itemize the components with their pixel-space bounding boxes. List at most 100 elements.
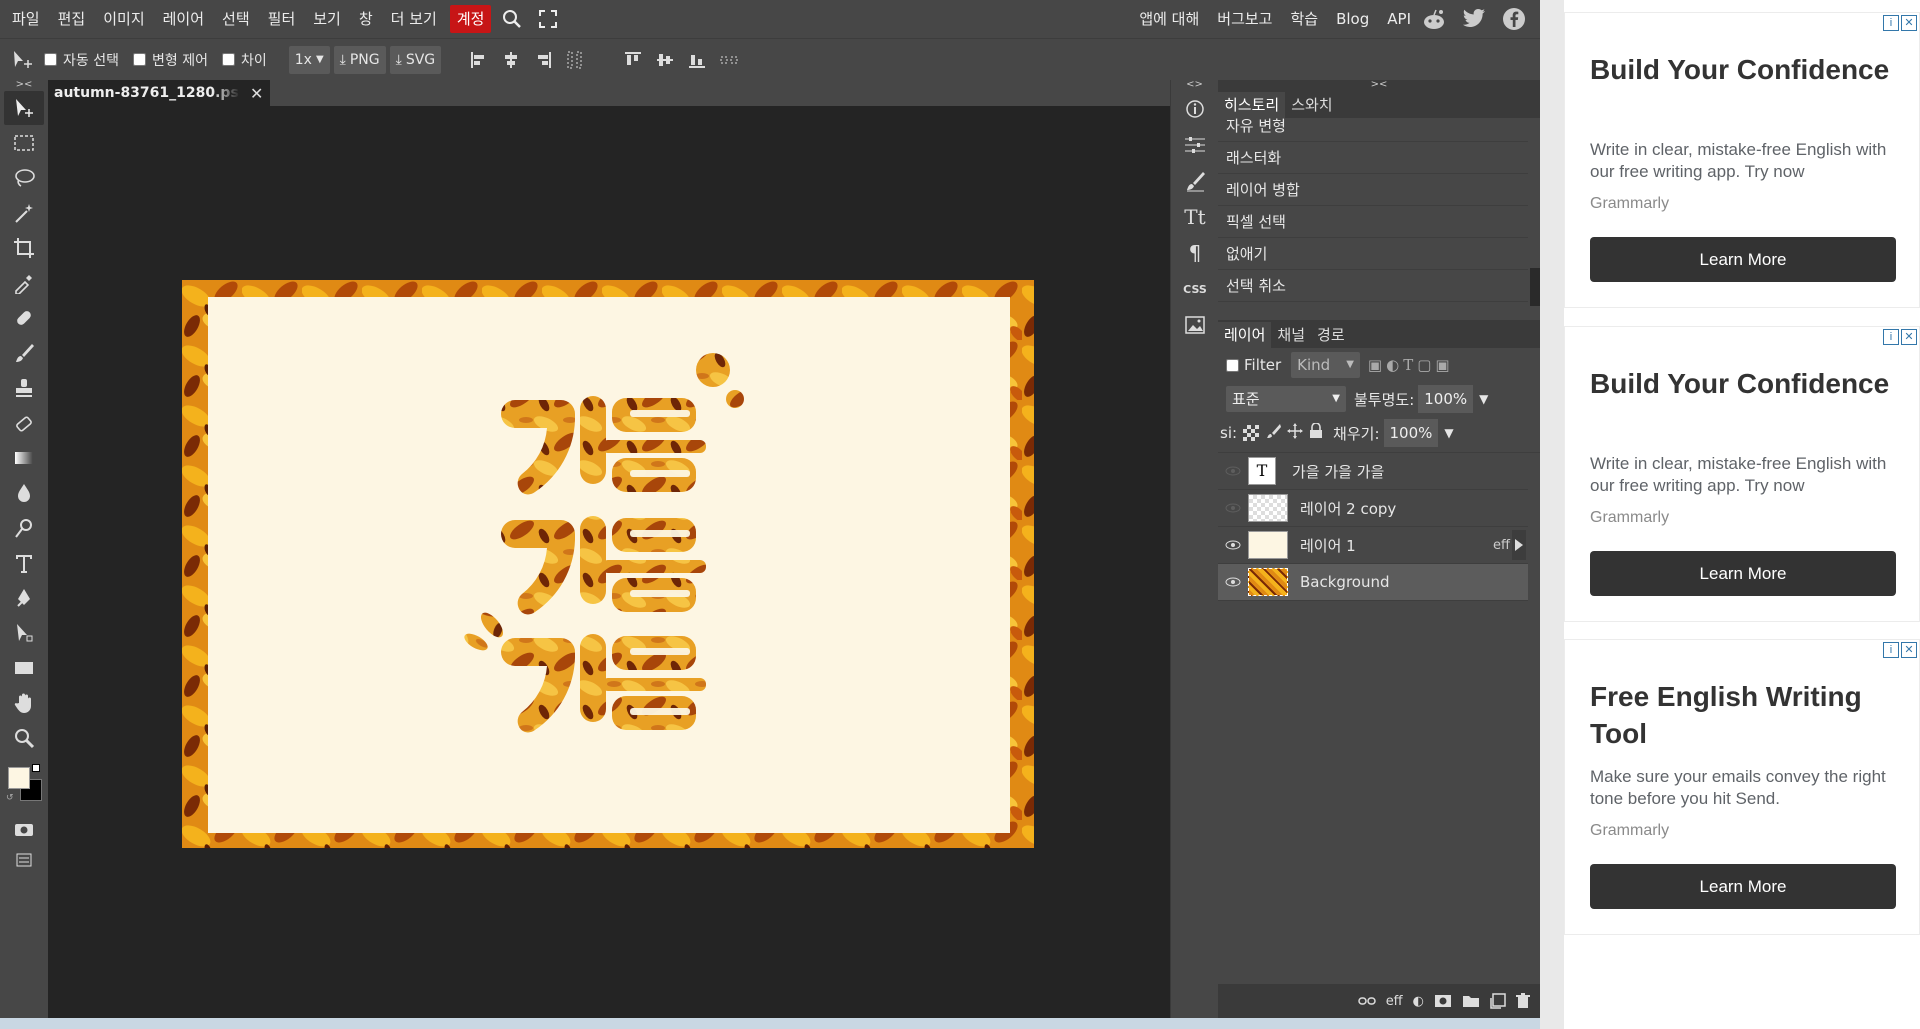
ad-card[interactable]: i ✕ Build Your Confidence Write in clear,… <box>1564 326 1920 622</box>
brush-tool-icon[interactable] <box>4 336 44 370</box>
tab-paths[interactable]: 경로 <box>1311 322 1351 348</box>
tab-swatches[interactable]: 스와치 <box>1285 92 1338 118</box>
image-icon[interactable] <box>1175 308 1215 342</box>
menu-more[interactable]: 더 보기 <box>382 5 446 33</box>
auto-select-checkbox[interactable]: 자동 선택 <box>44 50 119 70</box>
layer-row[interactable]: 레이어 1 eff <box>1218 527 1528 564</box>
delete-layer-icon[interactable] <box>1516 993 1530 1009</box>
type-tool-icon[interactable] <box>4 546 44 580</box>
reddit-icon[interactable] <box>1420 5 1448 33</box>
link-layers-icon[interactable] <box>1357 996 1376 1006</box>
magic-wand-tool-icon[interactable] <box>4 196 44 230</box>
marquee-tool-icon[interactable] <box>4 126 44 160</box>
menu-view[interactable]: 보기 <box>304 5 350 33</box>
brush-settings-icon[interactable] <box>1175 164 1215 198</box>
lock-transparency-icon[interactable] <box>1243 425 1260 441</box>
align-right-icon[interactable] <box>531 48 555 72</box>
search-icon[interactable] <box>497 5 527 33</box>
ad-choices[interactable]: i ✕ <box>1883 15 1917 31</box>
history-item[interactable]: 레이어 병합 <box>1218 174 1528 206</box>
reset-colors-icon[interactable]: ↺ <box>6 793 14 803</box>
distance-checkbox[interactable]: 차이 <box>221 50 267 70</box>
menu-account[interactable]: 계정 <box>449 5 492 33</box>
lock-move-icon[interactable] <box>1287 423 1304 443</box>
ad-info-icon[interactable]: i <box>1883 15 1899 31</box>
tab-history[interactable]: 히스토리 <box>1218 92 1286 118</box>
distribute-v-icon[interactable] <box>717 48 741 72</box>
filter-type-icon[interactable]: T <box>1403 356 1413 374</box>
align-center-h-icon[interactable] <box>499 48 523 72</box>
swap-colors-icon[interactable] <box>32 764 40 772</box>
ad-close-icon[interactable]: ✕ <box>1901 329 1917 345</box>
ad-learn-more-button[interactable]: Learn More <box>1590 551 1896 596</box>
hand-tool-icon[interactable] <box>4 686 44 720</box>
document-tab[interactable]: autumn-83761_1280.psd ✕ <box>48 80 270 106</box>
filter-image-icon[interactable]: ▣ <box>1368 356 1382 374</box>
ad-card[interactable]: i ✕ Build Your Confidence Write in clear,… <box>1564 12 1920 308</box>
layer-row[interactable]: Background <box>1218 564 1528 601</box>
history-item[interactable]: 자유 변형 <box>1218 118 1528 142</box>
menu-image[interactable]: 이미지 <box>94 5 153 33</box>
menu-file[interactable]: 파일 <box>0 5 49 33</box>
character-icon[interactable]: Tt <box>1175 200 1215 234</box>
visibility-eye-icon[interactable] <box>1218 466 1248 476</box>
align-bottom-icon[interactable] <box>685 48 709 72</box>
filter-adjust-icon[interactable]: ◐ <box>1386 356 1399 374</box>
lock-all-icon[interactable] <box>1309 422 1323 443</box>
horizontal-scrollbar[interactable] <box>48 1010 1170 1018</box>
opacity-dropdown-icon[interactable]: ▼ <box>1479 392 1488 406</box>
ad-learn-more-button[interactable]: Learn More <box>1590 864 1896 909</box>
screen-mode-icon[interactable] <box>4 848 44 872</box>
strip-collapse-toggle[interactable]: <> <box>1171 80 1218 90</box>
link-about[interactable]: 앱에 대해 <box>1130 5 1208 33</box>
ad-close-icon[interactable]: ✕ <box>1901 642 1917 658</box>
eyedropper-tool-icon[interactable] <box>4 266 44 300</box>
healing-brush-tool-icon[interactable] <box>4 301 44 335</box>
menu-edit[interactable]: 편집 <box>49 5 95 33</box>
zoom-select[interactable]: 1x ▼ <box>288 45 330 74</box>
zoom-tool-icon[interactable] <box>4 721 44 755</box>
opacity-input[interactable]: 100% <box>1418 385 1474 413</box>
foreground-color[interactable] <box>8 767 30 789</box>
history-item[interactable]: 픽셀 선택 <box>1218 206 1528 238</box>
ad-close-icon[interactable]: ✕ <box>1901 15 1917 31</box>
adjustments-icon[interactable] <box>1175 128 1215 162</box>
ad-info-icon[interactable]: i <box>1883 329 1899 345</box>
ad-card[interactable]: i ✕ Free English Writing Tool Make sure y… <box>1564 639 1920 935</box>
link-learn[interactable]: 학습 <box>1281 5 1327 33</box>
collapse-toggle[interactable]: >< <box>0 80 48 90</box>
lasso-tool-icon[interactable] <box>4 161 44 195</box>
color-swatches[interactable]: ↺ <box>2 763 46 807</box>
layer-row[interactable]: 레이어 2 copy <box>1218 490 1528 527</box>
blur-tool-icon[interactable] <box>4 476 44 510</box>
close-tab-icon[interactable]: ✕ <box>250 84 263 103</box>
adjustment-layer-icon[interactable]: ◐ <box>1413 994 1424 1009</box>
expand-effects-icon[interactable] <box>1512 530 1526 560</box>
fullscreen-icon[interactable] <box>533 5 563 33</box>
dodge-tool-icon[interactable] <box>4 511 44 545</box>
clone-stamp-tool-icon[interactable] <box>4 371 44 405</box>
twitter-icon[interactable] <box>1460 5 1488 33</box>
filter-shape-icon[interactable]: ▢ <box>1417 356 1431 374</box>
kind-select[interactable]: Kind ▼ <box>1291 352 1360 378</box>
ad-learn-more-button[interactable]: Learn More <box>1590 237 1896 282</box>
eraser-tool-icon[interactable] <box>4 406 44 440</box>
transform-controls-checkbox[interactable]: 변형 제어 <box>132 50 208 70</box>
history-item[interactable]: 없애기 <box>1218 238 1528 270</box>
layer-mask-icon[interactable] <box>1434 994 1452 1008</box>
tab-channels[interactable]: 채널 <box>1271 322 1311 348</box>
filter-checkbox[interactable] <box>1226 358 1239 372</box>
paragraph-icon[interactable]: ¶ <box>1175 236 1215 270</box>
layer-effects-badge[interactable]: eff <box>1493 538 1510 553</box>
layer-row[interactable]: T 가을 가을 가을 <box>1218 453 1528 490</box>
panels-collapse-toggle[interactable]: >< <box>1218 80 1540 90</box>
menu-select[interactable]: 선택 <box>213 5 259 33</box>
link-bug-report[interactable]: 버그보고 <box>1208 5 1281 33</box>
ad-info-icon[interactable]: i <box>1883 642 1899 658</box>
link-api[interactable]: API <box>1378 5 1420 33</box>
path-select-tool-icon[interactable] <box>4 616 44 650</box>
facebook-icon[interactable] <box>1500 5 1528 33</box>
fill-input[interactable]: 100% <box>1383 419 1439 447</box>
align-top-icon[interactable] <box>621 48 645 72</box>
blend-mode-select[interactable]: 표준 ▼ <box>1226 386 1346 412</box>
